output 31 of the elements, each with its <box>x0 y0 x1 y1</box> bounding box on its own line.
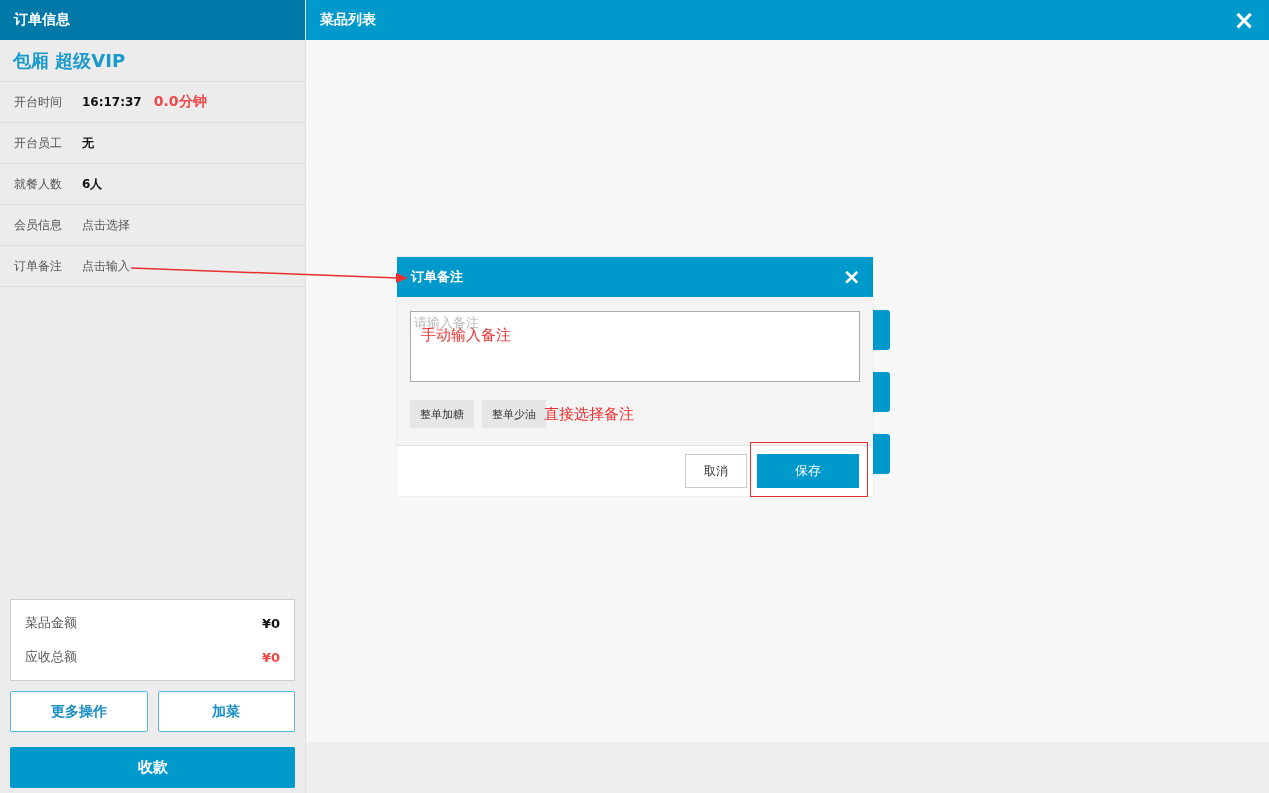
close-button[interactable]: × <box>1233 7 1255 33</box>
duration-text: 0.0分钟 <box>153 93 207 111</box>
field-value: 6人 <box>82 175 103 193</box>
close-button[interactable]: × <box>842 266 861 288</box>
main-title: 菜品列表 <box>320 11 376 29</box>
field-label: 会员信息 <box>14 216 63 234</box>
field-label: 就餐人数 <box>14 175 63 193</box>
checkout-button[interactable]: 收款 <box>10 747 295 788</box>
panel-title: 订单信息 <box>0 0 305 40</box>
table-name: 包厢 超级VIP <box>0 40 305 82</box>
preset-note-button[interactable]: 整单加糖 <box>410 400 474 428</box>
dialog-title: 订单备注 <box>411 268 463 286</box>
field-value: 16:17:37 <box>82 95 142 109</box>
cancel-button[interactable]: 取消 <box>685 454 747 488</box>
field-link[interactable]: 点击输入 <box>82 257 130 275</box>
partial-button[interactable] <box>873 372 890 412</box>
total-value: ¥0 <box>261 615 280 631</box>
partial-button[interactable] <box>873 434 890 474</box>
field-label: 开台时间 <box>14 93 63 111</box>
annotation-text: 直接选择备注 <box>544 405 634 424</box>
action-button[interactable]: 更多操作 <box>10 691 148 732</box>
total-label: 应收总额 <box>25 648 77 666</box>
field-label: 开台员工 <box>14 134 63 152</box>
action-button[interactable]: 加菜 <box>157 691 295 732</box>
field-value: 无 <box>82 134 94 152</box>
save-button[interactable]: 保存 <box>757 454 859 488</box>
total-label: 菜品金额 <box>25 614 77 632</box>
field-link[interactable]: 点击选择 <box>82 216 130 234</box>
field-label: 订单备注 <box>14 257 63 275</box>
partial-button[interactable] <box>873 310 890 350</box>
total-value: ¥0 <box>261 649 280 665</box>
